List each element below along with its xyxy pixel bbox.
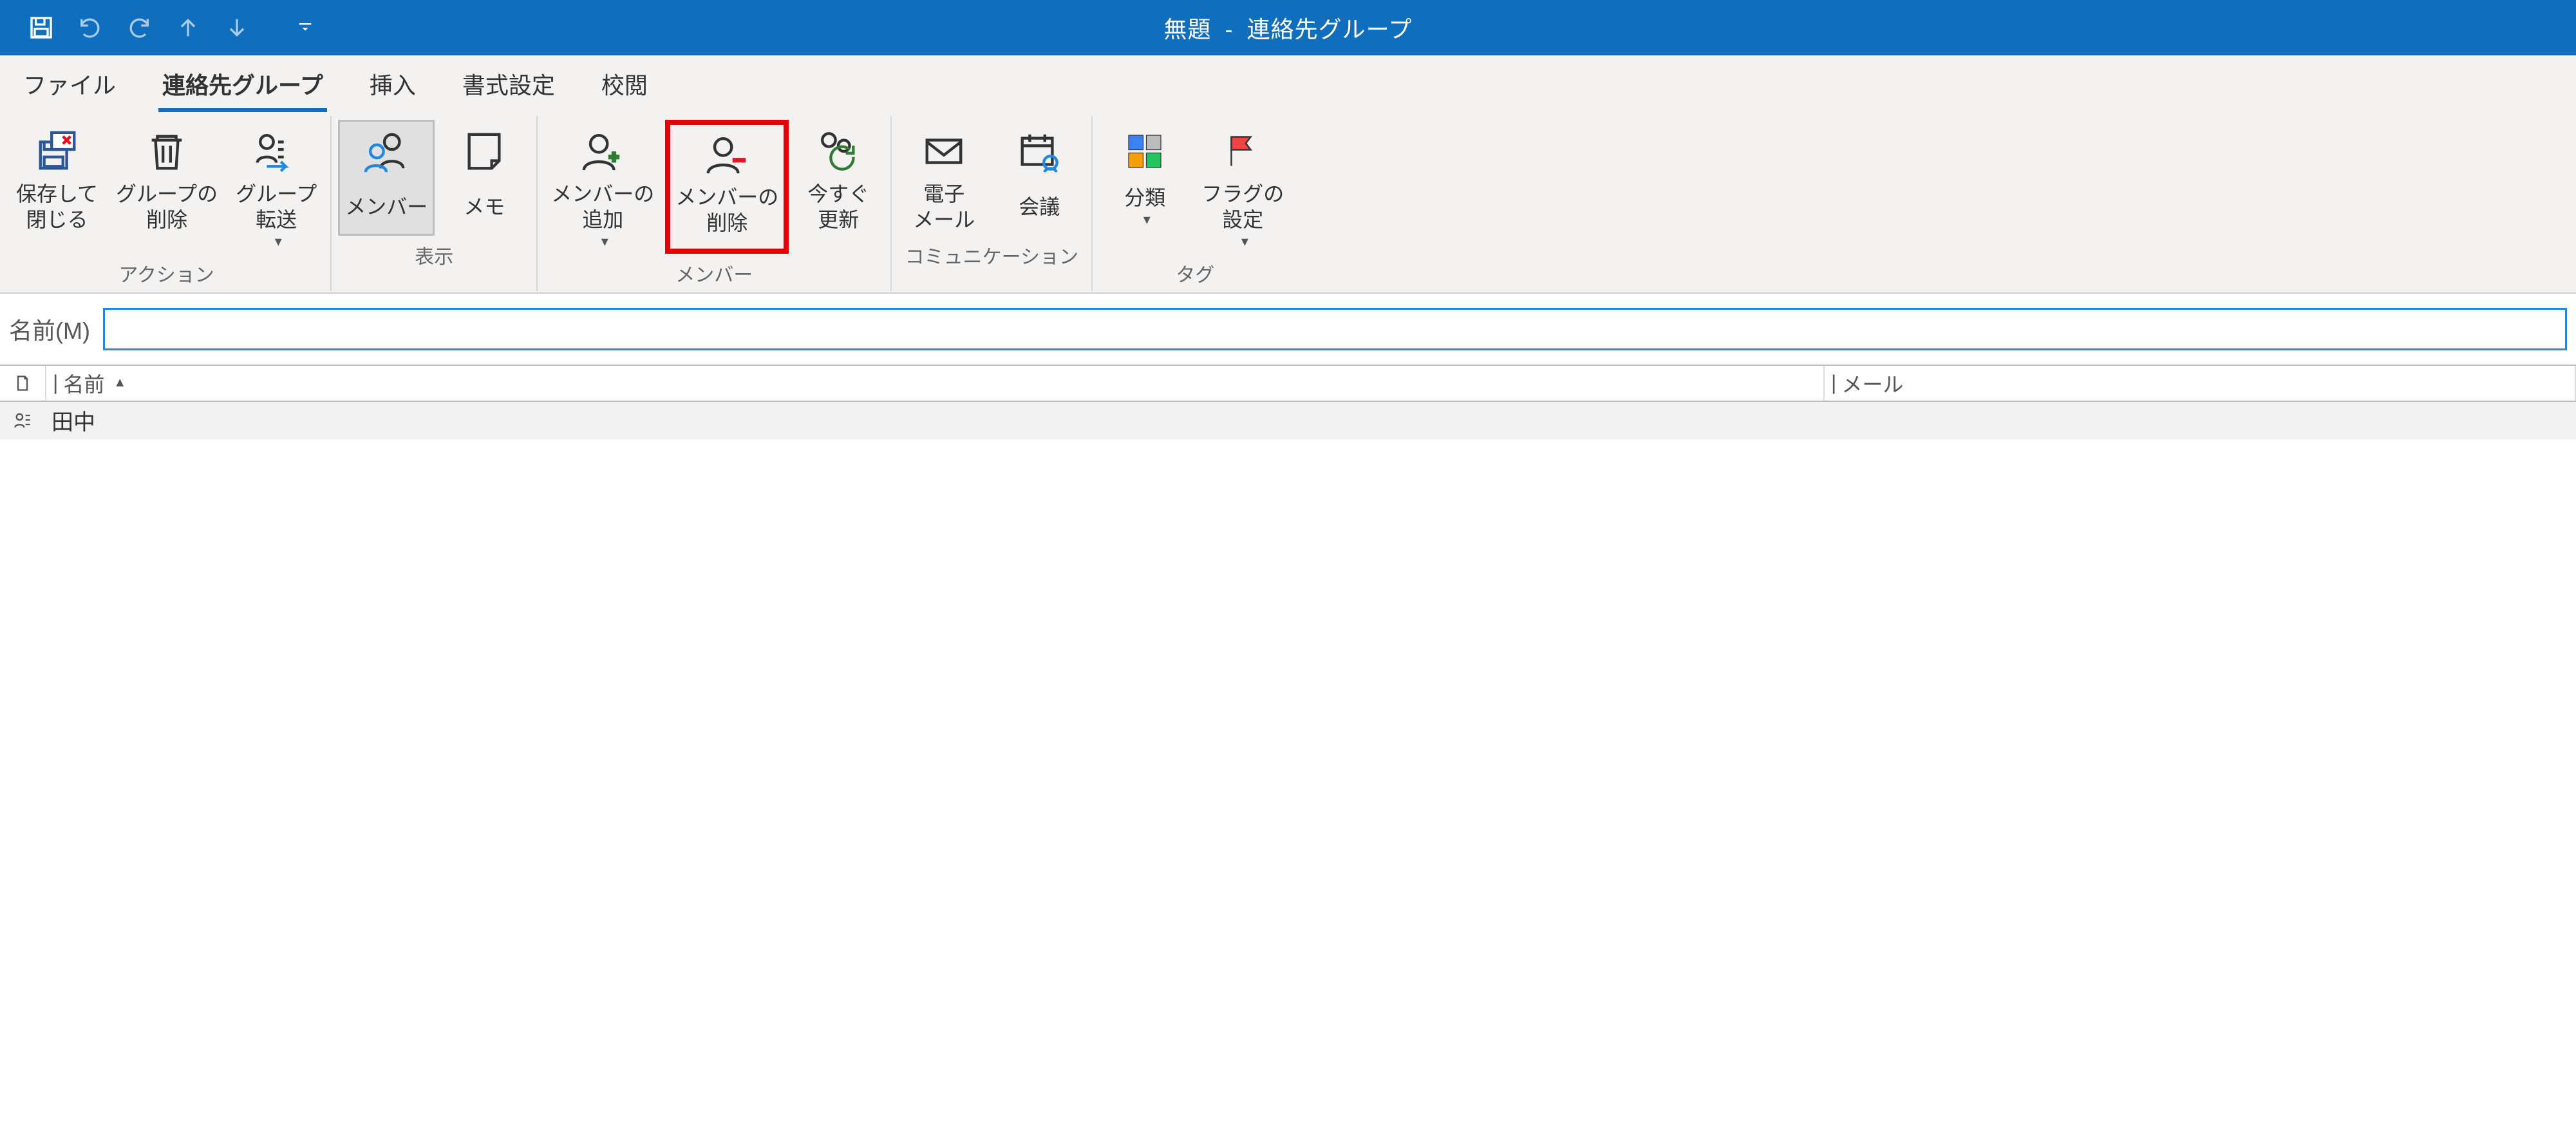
delete-group-label: グループの 削除 <box>116 181 218 233</box>
group-action-label: アクション <box>9 259 324 287</box>
refresh-people-icon <box>813 126 864 177</box>
notes-label: メモ <box>464 181 505 233</box>
delete-group-button[interactable]: グループの 削除 <box>109 120 225 254</box>
window-title-sep: - <box>1225 16 1234 43</box>
group-tags-label: タグ <box>1099 259 1291 287</box>
remove-member-label: メンバーの 削除 <box>675 184 778 236</box>
save-icon[interactable] <box>26 12 57 43</box>
titlebar: 無題 - 連絡先グループ <box>0 0 2576 55</box>
trash-icon <box>141 126 193 177</box>
redo-icon[interactable] <box>124 12 155 43</box>
customize-qat-icon[interactable] <box>290 12 321 43</box>
email-icon <box>918 126 970 177</box>
meeting-icon <box>1013 126 1065 177</box>
flag-icon <box>1217 126 1268 177</box>
save-and-close-label: 保存して 閉じる <box>16 181 98 233</box>
follow-up-label: フラグの 設定 <box>1201 181 1284 251</box>
note-icon <box>458 126 510 177</box>
window-title-left: 無題 <box>1164 16 1212 43</box>
add-members-label: メンバーの 追加 <box>551 181 654 251</box>
forward-group-label: グループ 転送 <box>236 181 317 251</box>
ribbon: 保存して 閉じる グループの 削除 グループ 転送 アクション <box>0 112 2576 294</box>
categorize-label: 分類 <box>1124 181 1165 233</box>
group-show-label: 表示 <box>338 241 530 269</box>
follow-up-button[interactable]: フラグの 設定 <box>1194 120 1291 254</box>
column-icon[interactable] <box>0 366 46 401</box>
update-now-button[interactable]: 今すぐ 更新 <box>793 120 884 254</box>
tab-format[interactable]: 書式設定 <box>458 63 559 112</box>
group-communicate-label: コミュニケーション <box>898 241 1085 269</box>
members-list-header: | 名前 ▲ | メール <box>0 365 2576 402</box>
row-name: 田中 <box>45 402 1822 439</box>
meeting-button[interactable]: 会議 <box>993 120 1085 236</box>
name-field-label: 名前(M) <box>9 312 90 346</box>
ribbon-tabs: ファイル 連絡先グループ 挿入 書式設定 校閲 <box>0 55 2576 112</box>
notes-button[interactable]: メモ <box>438 120 530 236</box>
members-icon <box>361 126 412 177</box>
column-name[interactable]: | 名前 ▲ <box>46 366 1825 401</box>
name-field-row: 名前(M) <box>0 294 2576 365</box>
column-mail-label: メール <box>1841 368 1903 398</box>
column-mail[interactable]: | メール <box>1825 366 2576 401</box>
sort-asc-icon: ▲ <box>113 375 126 390</box>
undo-icon[interactable] <box>75 12 106 43</box>
tab-file[interactable]: ファイル <box>19 63 120 112</box>
group-show: メンバー メモ 表示 <box>332 116 538 291</box>
arrow-up-icon[interactable] <box>173 12 203 43</box>
save-and-close-button[interactable]: 保存して 閉じる <box>9 120 105 254</box>
email-label: 電子 メール <box>913 181 975 233</box>
window-title-right: 連絡先グループ <box>1247 16 1413 43</box>
row-mail <box>1822 402 2576 439</box>
window-title: 無題 - 連絡先グループ <box>0 11 2576 44</box>
name-input[interactable] <box>103 308 2567 350</box>
categories-icon <box>1119 126 1170 177</box>
update-now-label: 今すぐ 更新 <box>807 181 869 233</box>
group-tags: 分類 フラグの 設定 タグ <box>1093 116 1297 291</box>
members-list-body <box>0 439 2576 645</box>
table-row[interactable]: 田中 <box>0 402 2576 439</box>
group-action: 保存して 閉じる グループの 削除 グループ 転送 アクション <box>3 116 332 291</box>
members-label: メンバー <box>345 181 428 233</box>
row-icon <box>0 402 45 439</box>
remove-member-button[interactable]: メンバーの 削除 <box>665 120 789 254</box>
group-member: メンバーの 追加 メンバーの 削除 今すぐ 更新 メンバー <box>538 116 892 291</box>
person-add-icon <box>577 126 628 177</box>
column-name-label: 名前 <box>63 368 104 398</box>
group-member-label: メンバー <box>544 259 884 287</box>
arrow-down-icon[interactable] <box>221 12 252 43</box>
tab-insert[interactable]: 挿入 <box>366 63 420 112</box>
group-communicate: 電子 メール 会議 コミュニケーション <box>892 116 1093 291</box>
tab-review[interactable]: 校閲 <box>597 63 652 112</box>
tab-contact-group[interactable]: 連絡先グループ <box>158 63 327 112</box>
save-close-icon <box>32 126 83 177</box>
email-button[interactable]: 電子 メール <box>898 120 990 236</box>
meeting-label: 会議 <box>1019 181 1060 233</box>
forward-group-button[interactable]: グループ 転送 <box>229 120 324 254</box>
categorize-button[interactable]: 分類 <box>1099 120 1190 254</box>
quick-access-toolbar <box>0 12 321 43</box>
add-members-button[interactable]: メンバーの 追加 <box>544 120 661 254</box>
members-button[interactable]: メンバー <box>338 120 435 236</box>
person-remove-icon <box>701 129 753 180</box>
forward-group-icon <box>250 126 302 177</box>
